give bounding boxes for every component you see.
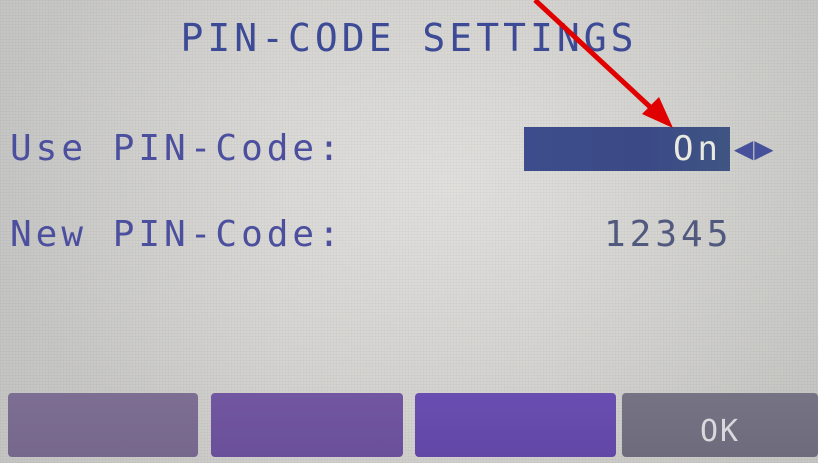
use-pin-code-value-selector[interactable]: On xyxy=(524,127,730,171)
annotation-arrow-head-icon xyxy=(642,97,673,128)
new-pin-code-value[interactable]: 12345 xyxy=(604,214,732,255)
softkey-3[interactable] xyxy=(415,393,616,457)
softkey-2[interactable] xyxy=(211,393,403,457)
softkey-bar: OK xyxy=(8,393,818,457)
new-pin-code-label: New PIN-Code: xyxy=(10,214,344,255)
softkey-1[interactable] xyxy=(8,393,198,457)
ok-softkey[interactable]: OK xyxy=(622,393,818,457)
device-screen: PIN-CODE SETTINGS Use PIN-Code: On ◀▶ Ne… xyxy=(0,0,818,463)
screen-title: PIN-CODE SETTINGS xyxy=(180,16,638,60)
left-right-arrows-icon[interactable]: ◀▶ xyxy=(734,129,775,167)
value-arrows: ◀▶ xyxy=(734,129,775,167)
use-pin-code-value: On xyxy=(673,129,722,169)
use-pin-code-label: Use PIN-Code: xyxy=(10,128,344,169)
